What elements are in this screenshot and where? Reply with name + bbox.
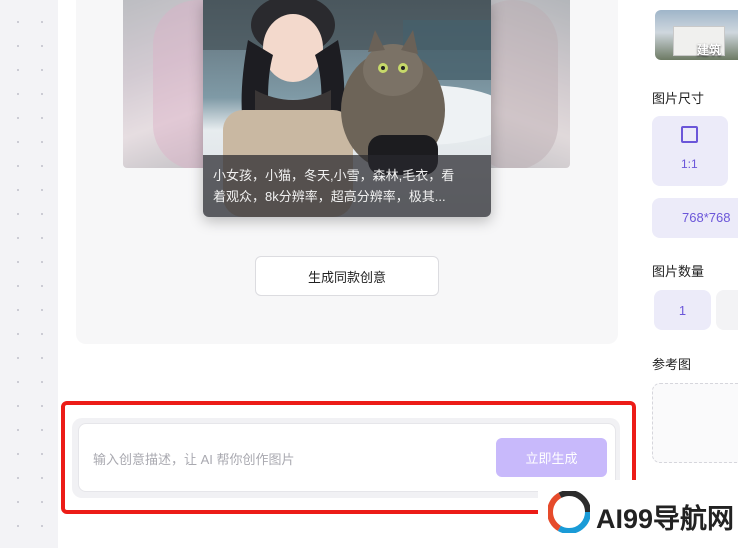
- size-ratio-label: 1:1: [681, 157, 698, 171]
- gallery-image-featured[interactable]: 小女孩，小猫，冬天,小雪，森林,毛衣，看 着观众，8k分辨率，超高分辨率，极其.…: [203, 0, 491, 217]
- caption-line-2: 着观众，8k分辨率，超高分辨率，极其...: [213, 189, 446, 204]
- ai99-logo-icon: [548, 491, 590, 533]
- generate-same-button[interactable]: 生成同款创意: [255, 256, 439, 296]
- reference-image-upload[interactable]: [652, 383, 738, 463]
- image-size-heading: 图片尺寸: [652, 91, 705, 106]
- style-thumbnail-label: 建筑: [697, 43, 722, 57]
- featured-caption: 小女孩，小猫，冬天,小雪，森林,毛衣，看 着观众，8k分辨率，超高分辨率，极其.…: [203, 155, 491, 217]
- count-option-1[interactable]: 1: [654, 290, 711, 330]
- caption-line-1: 小女孩，小猫，冬天,小雪，森林,毛衣，看: [213, 168, 455, 183]
- resolution-option[interactable]: 768*768: [652, 198, 738, 238]
- image-count-heading: 图片数量: [652, 264, 705, 279]
- square-icon: [681, 126, 698, 143]
- reference-image-heading: 参考图: [652, 357, 692, 372]
- watermark-text: AI99导航网: [596, 504, 735, 534]
- count-option-2[interactable]: [716, 290, 738, 330]
